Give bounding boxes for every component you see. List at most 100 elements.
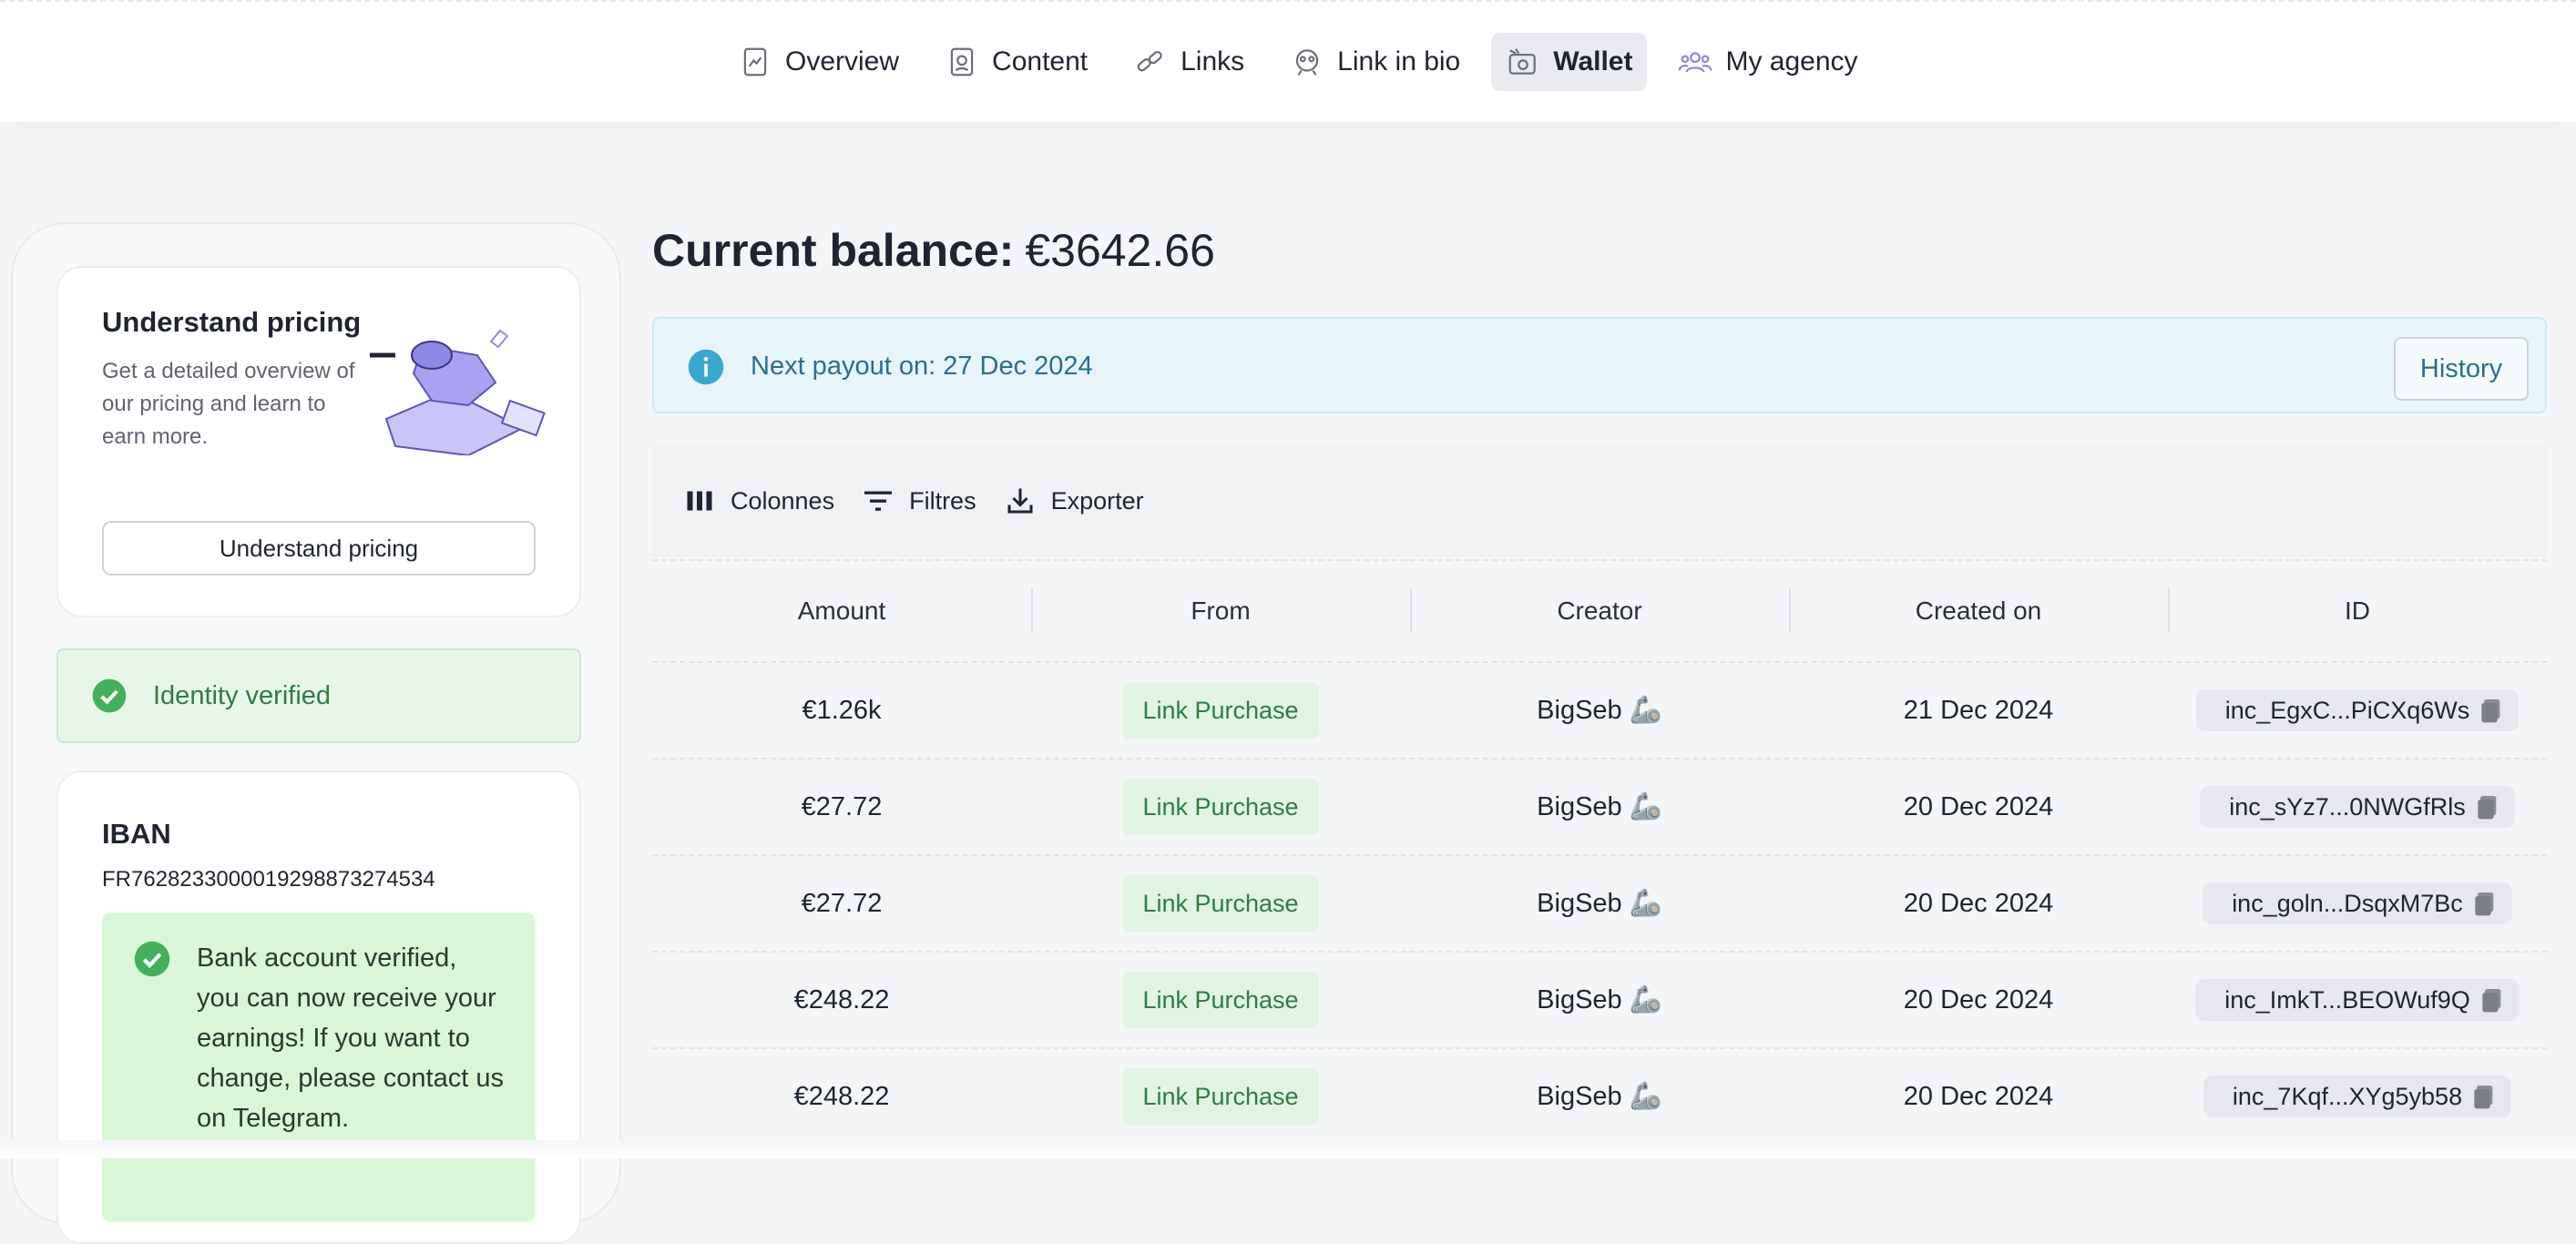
table-row[interactable]: €27.72 Link Purchase BigSeb 🦾 20 Dec 202… <box>652 856 2547 953</box>
tab-label: Link in bio <box>1337 46 1461 76</box>
copy-icon[interactable] <box>2477 696 2506 725</box>
history-button[interactable]: History <box>2394 337 2529 401</box>
created-cell: 20 Dec 2024 <box>1903 791 2054 821</box>
table-row[interactable]: €248.22 Link Purchase BigSeb 🦾 20 Dec 20… <box>652 1049 2547 1146</box>
info-icon <box>688 349 724 385</box>
identity-verified-label: Identity verified <box>153 680 332 710</box>
bottom-fade <box>0 1140 2576 1158</box>
nav-tabs: Overview Content Links Link in bio Walle… <box>723 33 1873 91</box>
column-header-creator[interactable]: Creator <box>1410 561 1789 661</box>
id-chip: inc_ImkT...BEOWuf9Q <box>2195 979 2520 1021</box>
id-text: inc_EgxC...PiCXq6Ws <box>2224 696 2470 724</box>
copy-icon[interactable] <box>2470 889 2499 918</box>
download-icon <box>1007 488 1033 514</box>
created-cell: 20 Dec 2024 <box>1903 888 2054 918</box>
tab-link-in-bio[interactable]: Link in bio <box>1275 33 1475 91</box>
columns-button[interactable]: Colonnes <box>683 484 834 517</box>
table-header: Amount From Creator Created on ID <box>652 559 2547 663</box>
id-cell: inc_sYz7...0NWGfRls <box>2168 760 2547 854</box>
id-text: inc_sYz7...0NWGfRls <box>2229 792 2466 821</box>
tab-label: Links <box>1181 46 1245 76</box>
column-header-amount[interactable]: Amount <box>652 561 1031 661</box>
table-row[interactable]: €1.26k Link Purchase BigSeb 🦾 21 Dec 202… <box>652 663 2547 760</box>
tab-links[interactable]: Links <box>1119 33 1259 91</box>
export-label: Exporter <box>1050 486 1144 515</box>
id-text: inc_ImkT...BEOWuf9Q <box>2224 985 2470 1014</box>
creator-cell: BigSeb 🦾 <box>1537 696 1662 725</box>
creator-cell: BigSeb 🦾 <box>1537 985 1662 1015</box>
column-header-from[interactable]: From <box>1031 561 1410 661</box>
tab-wallet[interactable]: Wallet <box>1491 33 1648 91</box>
amount-cell: €1.26k <box>802 695 882 725</box>
copy-icon[interactable] <box>2478 985 2507 1015</box>
source-badge: Link Purchase <box>1122 875 1319 932</box>
copy-icon[interactable] <box>2469 1082 2499 1111</box>
id-text: inc_7Kqf...XYg5yb58 <box>2232 1082 2463 1110</box>
understand-pricing-button[interactable]: Understand pricing <box>102 521 536 576</box>
wallet-icon <box>1508 48 1537 75</box>
creator-cell: BigSeb 🦾 <box>1537 889 1662 918</box>
creator-cell: BigSeb 🦾 <box>1537 792 1662 821</box>
link-icon <box>1137 51 1162 72</box>
bank-verified-message: Bank account verified, you can now recei… <box>197 943 504 1133</box>
link-in-bio-icon <box>1295 49 1319 76</box>
current-balance: Current balance: €3642.66 <box>652 224 1215 277</box>
amount-cell: €27.72 <box>801 791 883 821</box>
created-cell: 20 Dec 2024 <box>1903 984 2054 1015</box>
check-circle-icon <box>134 941 170 977</box>
tab-label: My agency <box>1725 46 1858 76</box>
tab-overview[interactable]: Overview <box>723 33 914 91</box>
tab-label: Wallet <box>1553 46 1633 76</box>
next-payout-text: Next payout on: 27 Dec 2024 <box>751 352 1093 381</box>
id-cell: inc_EgxC...PiCXq6Ws <box>2168 663 2547 758</box>
bank-verified-banner: Bank account verified, you can now recei… <box>102 913 536 1222</box>
table-row[interactable]: €27.72 Link Purchase BigSeb 🦾 20 Dec 202… <box>652 760 2547 856</box>
payout-banner: Next payout on: 27 Dec 2024 History <box>652 317 2547 413</box>
id-chip: inc_goln...DsqxM7Bc <box>2203 882 2512 924</box>
amount-cell: €248.22 <box>793 1081 890 1111</box>
iban-title: IBAN <box>102 818 171 850</box>
pricing-illustration-icon <box>370 329 546 455</box>
grid-toolbar: Colonnes Filtres Exporter <box>652 444 2547 557</box>
pricing-card: Understand pricing Get a detailed overvi… <box>56 266 581 617</box>
amount-cell: €27.72 <box>801 888 883 918</box>
pricing-description: Get a detailed overview of our pricing a… <box>102 359 355 449</box>
id-chip: inc_EgxC...PiCXq6Ws <box>2195 689 2520 731</box>
content-icon <box>950 47 974 76</box>
column-header-created-on[interactable]: Created on <box>1789 561 2168 661</box>
id-text: inc_goln...DsqxM7Bc <box>2232 889 2463 917</box>
id-cell: inc_7Kqf...XYg5yb58 <box>2168 1049 2547 1144</box>
export-button[interactable]: Exporter <box>1004 484 1144 517</box>
filters-button[interactable]: Filtres <box>862 484 976 517</box>
created-cell: 20 Dec 2024 <box>1903 1081 2054 1111</box>
pricing-title: Understand pricing <box>102 306 362 338</box>
filters-label: Filtres <box>909 486 976 515</box>
created-cell: 21 Dec 2024 <box>1903 695 2054 725</box>
sidebar: Understand pricing Get a detailed overvi… <box>11 222 621 1244</box>
chart-icon <box>743 47 767 76</box>
id-cell: inc_ImkT...BEOWuf9Q <box>2168 953 2547 1047</box>
tab-label: Overview <box>785 46 900 76</box>
id-chip: inc_sYz7...0NWGfRls <box>2200 786 2515 828</box>
source-badge: Link Purchase <box>1122 972 1319 1028</box>
columns-icon <box>687 491 712 511</box>
from-cell: Link Purchase <box>1031 856 1410 951</box>
filter-icon <box>864 491 893 511</box>
transactions-table: Amount From Creator Created on ID €1.26k… <box>652 559 2547 1146</box>
from-cell: Link Purchase <box>1031 1049 1410 1144</box>
id-cell: inc_goln...DsqxM7Bc <box>2168 856 2547 951</box>
columns-label: Colonnes <box>731 486 835 515</box>
tab-content[interactable]: Content <box>930 33 1102 91</box>
balance-amount: €3642.66 <box>1025 225 1215 276</box>
column-header-id[interactable]: ID <box>2168 561 2547 661</box>
iban-value: FR7628233000019298873274534 <box>102 867 435 892</box>
tab-label: Content <box>992 46 1089 76</box>
source-badge: Link Purchase <box>1122 1068 1319 1125</box>
id-chip: inc_7Kqf...XYg5yb58 <box>2203 1076 2512 1117</box>
balance-label: Current balance: <box>652 225 1015 276</box>
tab-my-agency[interactable]: My agency <box>1663 33 1872 91</box>
top-navigation: Overview Content Links Link in bio Walle… <box>0 0 2576 122</box>
copy-icon[interactable] <box>2473 792 2502 821</box>
table-row[interactable]: €248.22 Link Purchase BigSeb 🦾 20 Dec 20… <box>652 953 2547 1049</box>
check-circle-icon <box>92 678 127 713</box>
